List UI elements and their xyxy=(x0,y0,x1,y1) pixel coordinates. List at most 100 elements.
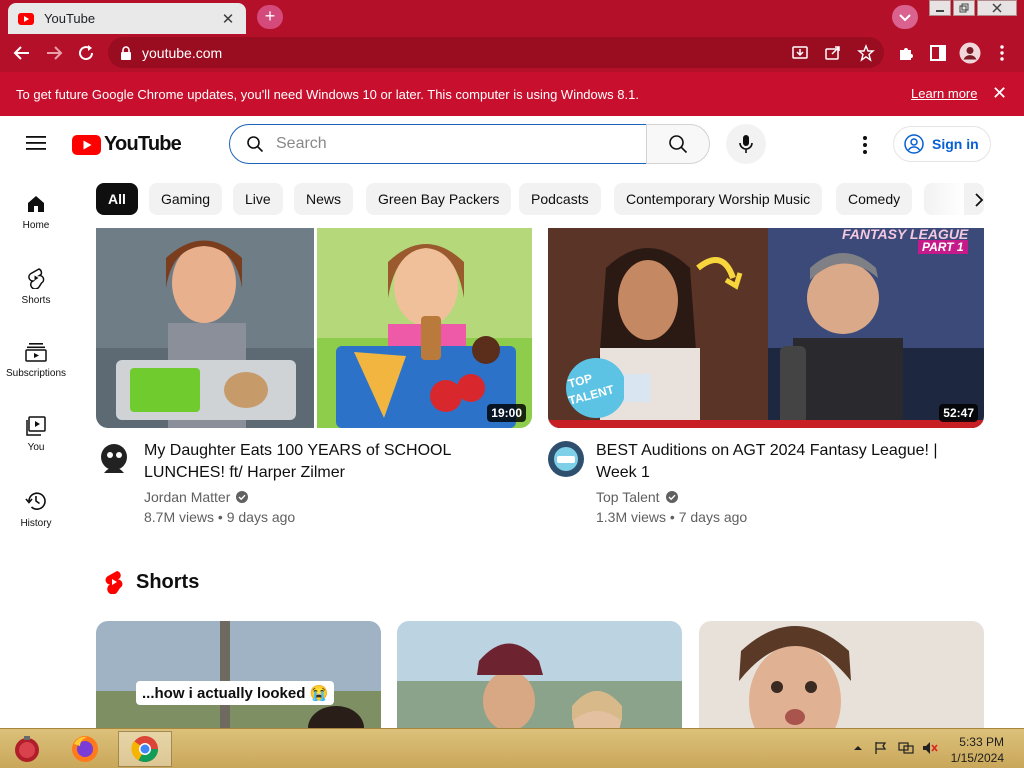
search-button[interactable] xyxy=(646,124,710,164)
settings-menu-button[interactable] xyxy=(855,134,875,156)
sidebar-item-shorts[interactable]: Shorts xyxy=(0,267,72,306)
sidebar-item-label: History xyxy=(20,518,52,529)
short-card[interactable] xyxy=(397,621,682,728)
sidebar-item-history[interactable]: History xyxy=(0,490,72,529)
video-title[interactable]: BEST Auditions on AGT 2024 Fantasy Leagu… xyxy=(596,440,976,484)
restore-button[interactable] xyxy=(953,0,975,16)
voice-search-button[interactable] xyxy=(726,124,766,164)
forward-button[interactable] xyxy=(43,42,65,64)
video-thumbnail[interactable]: 19:00 xyxy=(96,228,532,428)
thumbnail-image xyxy=(548,228,984,428)
channel-avatar[interactable] xyxy=(548,441,584,477)
extensions-button[interactable] xyxy=(895,42,917,64)
youtube-logo[interactable]: YouTube xyxy=(72,133,182,156)
bookmark-star-icon[interactable] xyxy=(857,44,875,62)
sign-in-label: Sign in xyxy=(932,136,979,152)
tab-search-button[interactable] xyxy=(892,5,918,29)
back-arrow-icon xyxy=(13,46,29,60)
chip-comedy[interactable]: Comedy xyxy=(836,183,913,215)
back-button[interactable] xyxy=(11,42,33,64)
short-card[interactable] xyxy=(699,621,984,728)
chip-contemporary-worship-music[interactable]: Contemporary Worship Music xyxy=(614,183,823,215)
chip-live[interactable]: Live xyxy=(233,183,283,215)
kebab-menu-icon xyxy=(863,136,867,154)
chip-green-bay-packers[interactable]: Green Bay Packers xyxy=(366,183,512,215)
chip-podcasts[interactable]: Podcasts xyxy=(519,183,601,215)
video-title[interactable]: My Daughter Eats 100 YEARS of SCHOOL LUN… xyxy=(144,440,524,484)
side-panel-button[interactable] xyxy=(927,42,949,64)
channel-name[interactable]: Jordan Matter xyxy=(144,489,249,505)
video-duration: 52:47 xyxy=(939,404,978,422)
address-bar[interactable]: youtube.com xyxy=(108,37,884,68)
chip-scroll-next-button[interactable] xyxy=(966,187,992,213)
shorts-heading: Shorts xyxy=(136,570,200,593)
hamburger-menu-icon[interactable] xyxy=(26,134,46,152)
install-icon[interactable] xyxy=(791,44,809,62)
new-tab-button[interactable]: + xyxy=(257,5,283,29)
youtube-header: YouTube Sign in xyxy=(0,116,1024,174)
profile-button[interactable] xyxy=(959,42,981,64)
close-icon xyxy=(992,3,1002,13)
channel-avatar[interactable] xyxy=(96,441,132,477)
learn-more-link[interactable]: Learn more xyxy=(911,86,977,101)
sidebar-item-you[interactable]: You xyxy=(0,416,72,453)
clock-time: 5:33 PM xyxy=(959,735,1004,749)
search-input[interactable] xyxy=(276,135,576,153)
browser-tab[interactable]: YouTube ✕ xyxy=(8,3,246,34)
minimize-button[interactable] xyxy=(929,0,951,16)
reload-button[interactable] xyxy=(75,42,97,64)
home-icon xyxy=(28,196,44,212)
system-clock[interactable]: 5:33 PM 1/15/2024 xyxy=(948,734,1004,766)
microphone-icon xyxy=(739,135,753,153)
youtube-wordmark: YouTube xyxy=(104,133,182,155)
video-thumbnail[interactable]: FANTASY LEAGUE PART 1 TOP TALENT 52:47 xyxy=(548,228,984,428)
sidebar-item-label: You xyxy=(27,442,45,453)
taskbar-chrome[interactable] xyxy=(118,731,172,767)
windows-taskbar: 5:33 PM 1/15/2024 xyxy=(0,728,1024,768)
infobar-close-button[interactable]: ✕ xyxy=(992,83,1007,104)
action-center-flag-icon[interactable] xyxy=(874,741,888,755)
close-window-button[interactable] xyxy=(977,0,1017,16)
short-card[interactable]: ...how i actually looked 😭 xyxy=(96,621,381,728)
chip-news[interactable]: News xyxy=(294,183,354,215)
system-tray xyxy=(852,741,938,755)
chip-gaming[interactable]: Gaming xyxy=(149,183,223,215)
share-icon[interactable] xyxy=(824,44,842,62)
search-icon xyxy=(247,136,264,153)
short-caption: ...how i actually looked 😭 xyxy=(136,681,335,705)
youtube-favicon-icon xyxy=(18,12,34,25)
short-thumbnail-image xyxy=(96,621,381,728)
short-thumbnail-image xyxy=(699,621,984,728)
account-circle-icon xyxy=(904,134,924,154)
search-box[interactable] xyxy=(229,124,647,164)
tab-close-button[interactable]: ✕ xyxy=(220,10,236,28)
search-icon xyxy=(669,135,688,154)
history-icon xyxy=(25,492,46,510)
sign-in-button[interactable]: Sign in xyxy=(893,126,991,162)
taskbar-firefox[interactable] xyxy=(58,731,112,767)
youtube-play-logo-icon xyxy=(72,134,101,155)
infobar-message: To get future Google Chrome updates, you… xyxy=(16,86,639,102)
tab-title: YouTube xyxy=(44,11,96,26)
forward-arrow-icon xyxy=(47,46,63,60)
channel-name[interactable]: Top Talent xyxy=(596,489,678,505)
side-panel-icon xyxy=(930,45,946,61)
start-button[interactable] xyxy=(0,731,54,767)
volume-muted-icon[interactable] xyxy=(922,741,938,755)
sidebar-item-subscriptions[interactable]: Subscriptions xyxy=(0,342,72,379)
lock-icon xyxy=(121,45,131,60)
clock-date: 1/15/2024 xyxy=(950,751,1004,765)
filter-chip-bar: All Gaming Live News Green Bay Packers P… xyxy=(96,183,996,215)
kebab-menu-icon xyxy=(1000,45,1004,61)
show-hidden-icons-icon[interactable] xyxy=(852,742,864,754)
chip-all[interactable]: All xyxy=(96,183,138,215)
shorts-logo-icon xyxy=(105,571,123,594)
sidebar-item-home[interactable]: Home xyxy=(0,194,72,231)
restore-icon xyxy=(959,3,969,13)
thumbnail-text-part: PART 1 xyxy=(918,240,968,254)
network-icon[interactable] xyxy=(898,741,914,755)
verified-check-icon xyxy=(665,491,678,503)
start-orb-icon xyxy=(15,736,39,762)
chrome-menu-button[interactable] xyxy=(991,42,1013,64)
shorts-icon xyxy=(28,268,45,289)
